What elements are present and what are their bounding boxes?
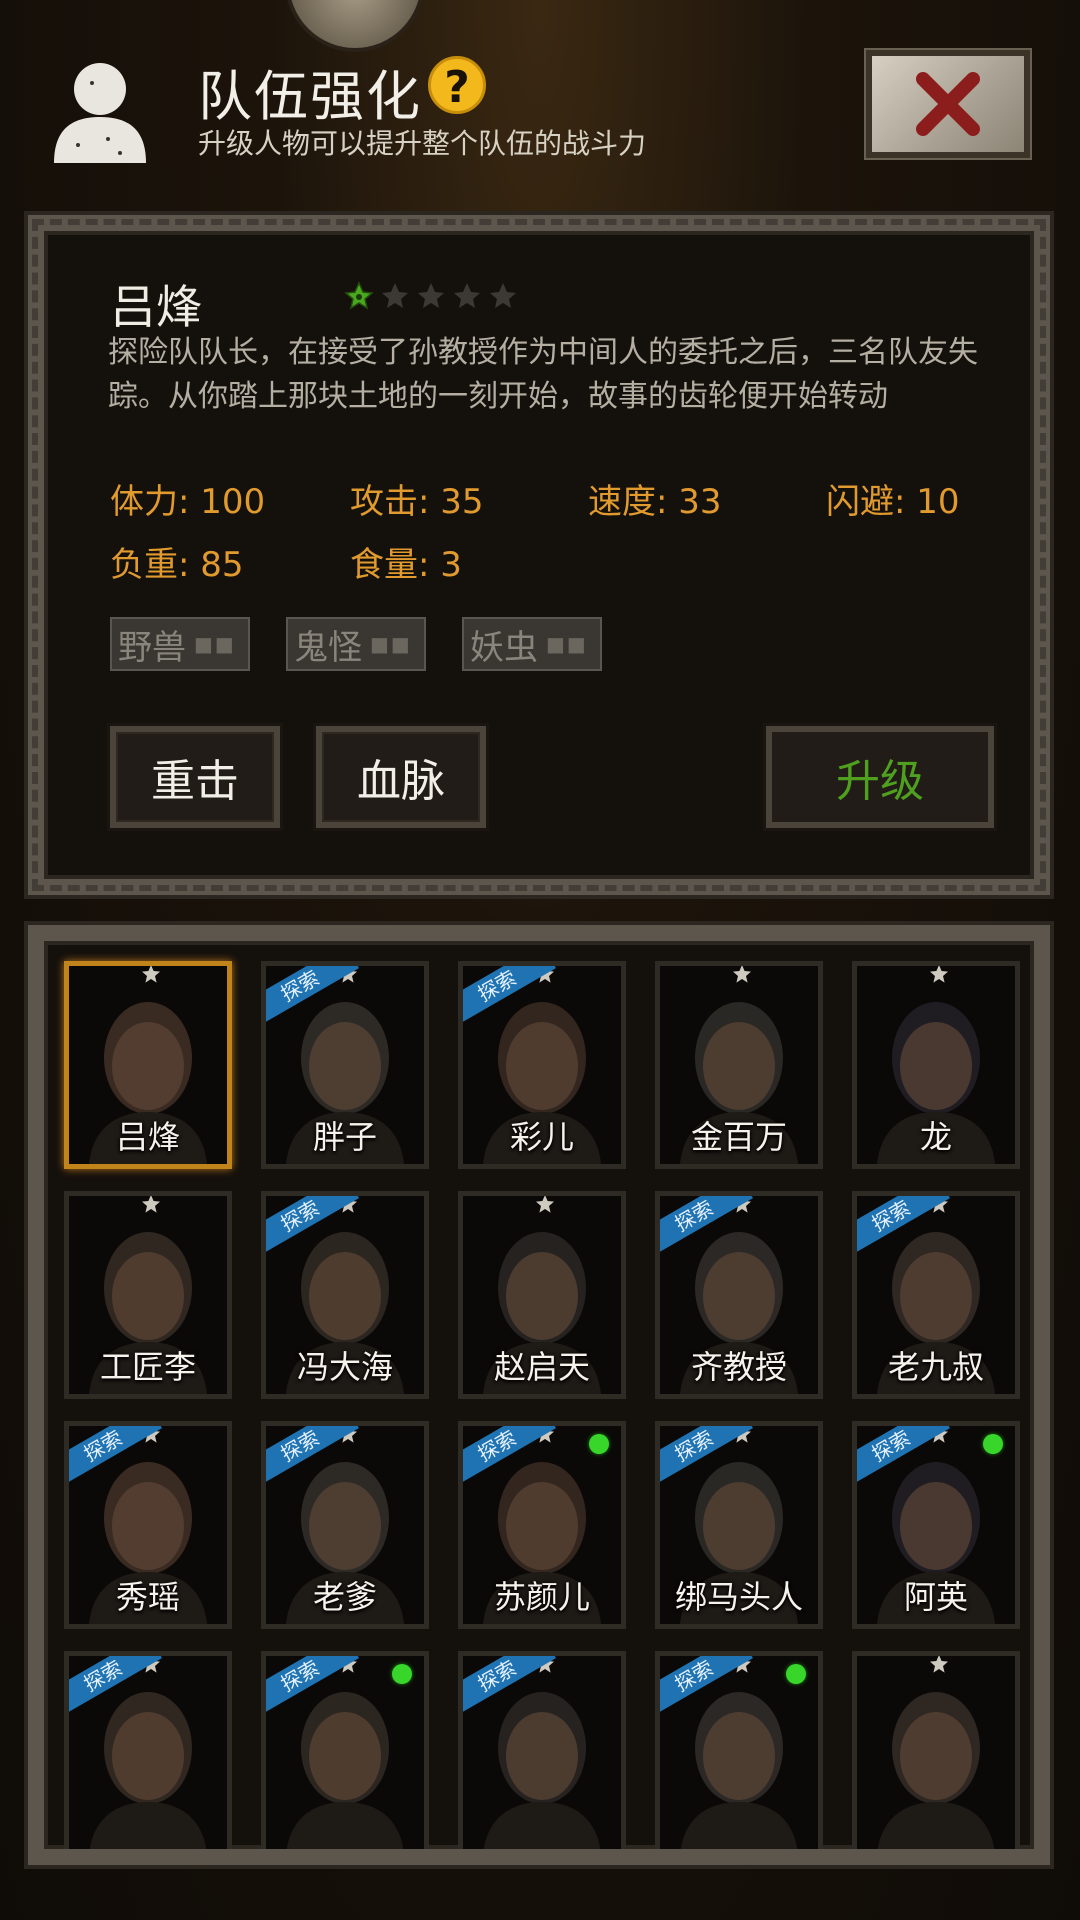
roster-card-name: 胖子 (312, 1118, 377, 1156)
tag-level-dots: ■■ (546, 632, 588, 656)
roster-card[interactable]: 金百万 (655, 961, 823, 1169)
character-stars (344, 281, 518, 311)
roster-card-name: 彩儿 (509, 1118, 574, 1156)
roster-card[interactable]: 探索 胖子 (261, 961, 429, 1169)
roster-card-name: 金百万 (690, 1118, 787, 1156)
star-empty-icon (490, 283, 516, 308)
tag-label: 野兽 (118, 627, 186, 668)
roster-card-name: 老爹 (312, 1578, 377, 1616)
card-star-icon (930, 966, 948, 983)
roster-card-name: 齐教授 (690, 1348, 787, 1386)
roster-card-name: 工匠李 (99, 1348, 196, 1386)
tag-ghost: 鬼怪 ■■ (286, 617, 426, 671)
star-empty-icon (454, 283, 480, 308)
tag-level-dots: ■■ (194, 632, 236, 656)
card-star-icon (142, 966, 160, 983)
tag-label: 鬼怪 (294, 627, 362, 668)
stat-food: 食量: 3 (350, 545, 462, 585)
stat-dodge: 闪避: 10 (826, 482, 960, 522)
roster-card[interactable]: 吕烽 (64, 961, 232, 1169)
tag-insect: 妖虫 ■■ (462, 617, 602, 671)
stat-speed: 速度: 33 (588, 482, 722, 522)
card-star-icon (733, 966, 751, 983)
roster-card-name: 赵启天 (493, 1348, 590, 1386)
character-name: 吕烽 (110, 280, 202, 334)
upgrade-button[interactable]: 升级 (766, 726, 994, 828)
roster-card[interactable]: 探索 秀瑶 (64, 1421, 232, 1629)
card-star-icon (536, 1196, 554, 1213)
roster-card[interactable]: 探索 绑马头人 (655, 1421, 823, 1629)
roster-card[interactable]: 赵启天 (458, 1191, 626, 1399)
roster-card[interactable]: 探索 (458, 1651, 626, 1849)
close-icon (916, 72, 980, 136)
page-title: 队伍强化 (198, 65, 422, 128)
stat-stamina: 体力: 100 (110, 482, 266, 522)
skill-heavy-strike-button[interactable]: 重击 (110, 726, 280, 828)
team-avatar-icon (54, 63, 146, 163)
close-button[interactable] (864, 48, 1032, 160)
roster-card[interactable]: 探索 苏颜儿 (458, 1421, 626, 1629)
roster-card-name: 冯大海 (296, 1348, 393, 1386)
tag-beast: 野兽 ■■ (110, 617, 250, 671)
roster-card[interactable]: 探索 齐教授 (655, 1191, 823, 1399)
roster-card-name: 老九叔 (887, 1348, 984, 1386)
star-filled-icon (344, 281, 374, 310)
roster-card-name: 秀瑶 (115, 1578, 180, 1616)
roster-card[interactable]: 探索 老爹 (261, 1421, 429, 1629)
roster-card[interactable]: 探索 (261, 1651, 429, 1849)
roster-card[interactable] (852, 1651, 1020, 1849)
character-portrait (857, 1656, 1015, 1849)
header: 队伍强化 ? 升级人物可以提升整个队伍的战斗力 (0, 0, 1080, 200)
stat-attack: 攻击: 35 (350, 482, 484, 522)
online-status-dot (983, 1434, 1003, 1454)
roster-card-name: 吕烽 (115, 1118, 180, 1156)
online-status-dot (589, 1434, 609, 1454)
character-detail-panel: 吕烽 探险队队长，在接受了孙教授作为中间人的委托之后，三名队友失踪。从你踏上那块… (28, 215, 1050, 895)
roster-card[interactable]: 探索 彩儿 (458, 961, 626, 1169)
roster-card-name: 绑马头人 (674, 1578, 803, 1616)
skill-bloodline-button[interactable]: 血脉 (316, 726, 486, 828)
roster-card-name: 阿英 (903, 1578, 968, 1616)
card-star-icon (142, 1196, 160, 1213)
roster-card[interactable]: 探索 老九叔 (852, 1191, 1020, 1399)
roster-card[interactable]: 探索 阿英 (852, 1421, 1020, 1629)
page-subtitle: 升级人物可以提升整个队伍的战斗力 (198, 127, 647, 160)
roster-card[interactable]: 探索 (655, 1651, 823, 1849)
top-ornament (285, 0, 425, 52)
roster-card-name: 苏颜儿 (493, 1578, 590, 1616)
online-status-dot (392, 1664, 412, 1684)
roster-card[interactable]: 工匠李 (64, 1191, 232, 1399)
star-empty-icon (382, 283, 408, 308)
roster-grid: 吕烽 探索 胖子 探索 彩儿 金百万龙工匠李 探索 冯大海 赵启天 探索 齐教授 探索 老九叔 探索 秀瑶探… (28, 925, 1050, 1865)
help-icon[interactable]: ? (428, 56, 486, 114)
star-empty-icon (418, 283, 444, 308)
roster-card-name: 龙 (919, 1118, 952, 1156)
tag-label: 妖虫 (470, 627, 538, 668)
character-description: 探险队队长，在接受了孙教授作为中间人的委托之后，三名队友失踪。从你踏上那块土地的… (108, 335, 978, 414)
roster-card[interactable]: 龙 (852, 961, 1020, 1169)
stat-load: 负重: 85 (110, 545, 244, 585)
roster-card[interactable]: 探索 冯大海 (261, 1191, 429, 1399)
roster-card[interactable]: 探索 (64, 1651, 232, 1849)
card-star-icon (930, 1656, 948, 1673)
tag-level-dots: ■■ (370, 632, 412, 656)
online-status-dot (786, 1664, 806, 1684)
